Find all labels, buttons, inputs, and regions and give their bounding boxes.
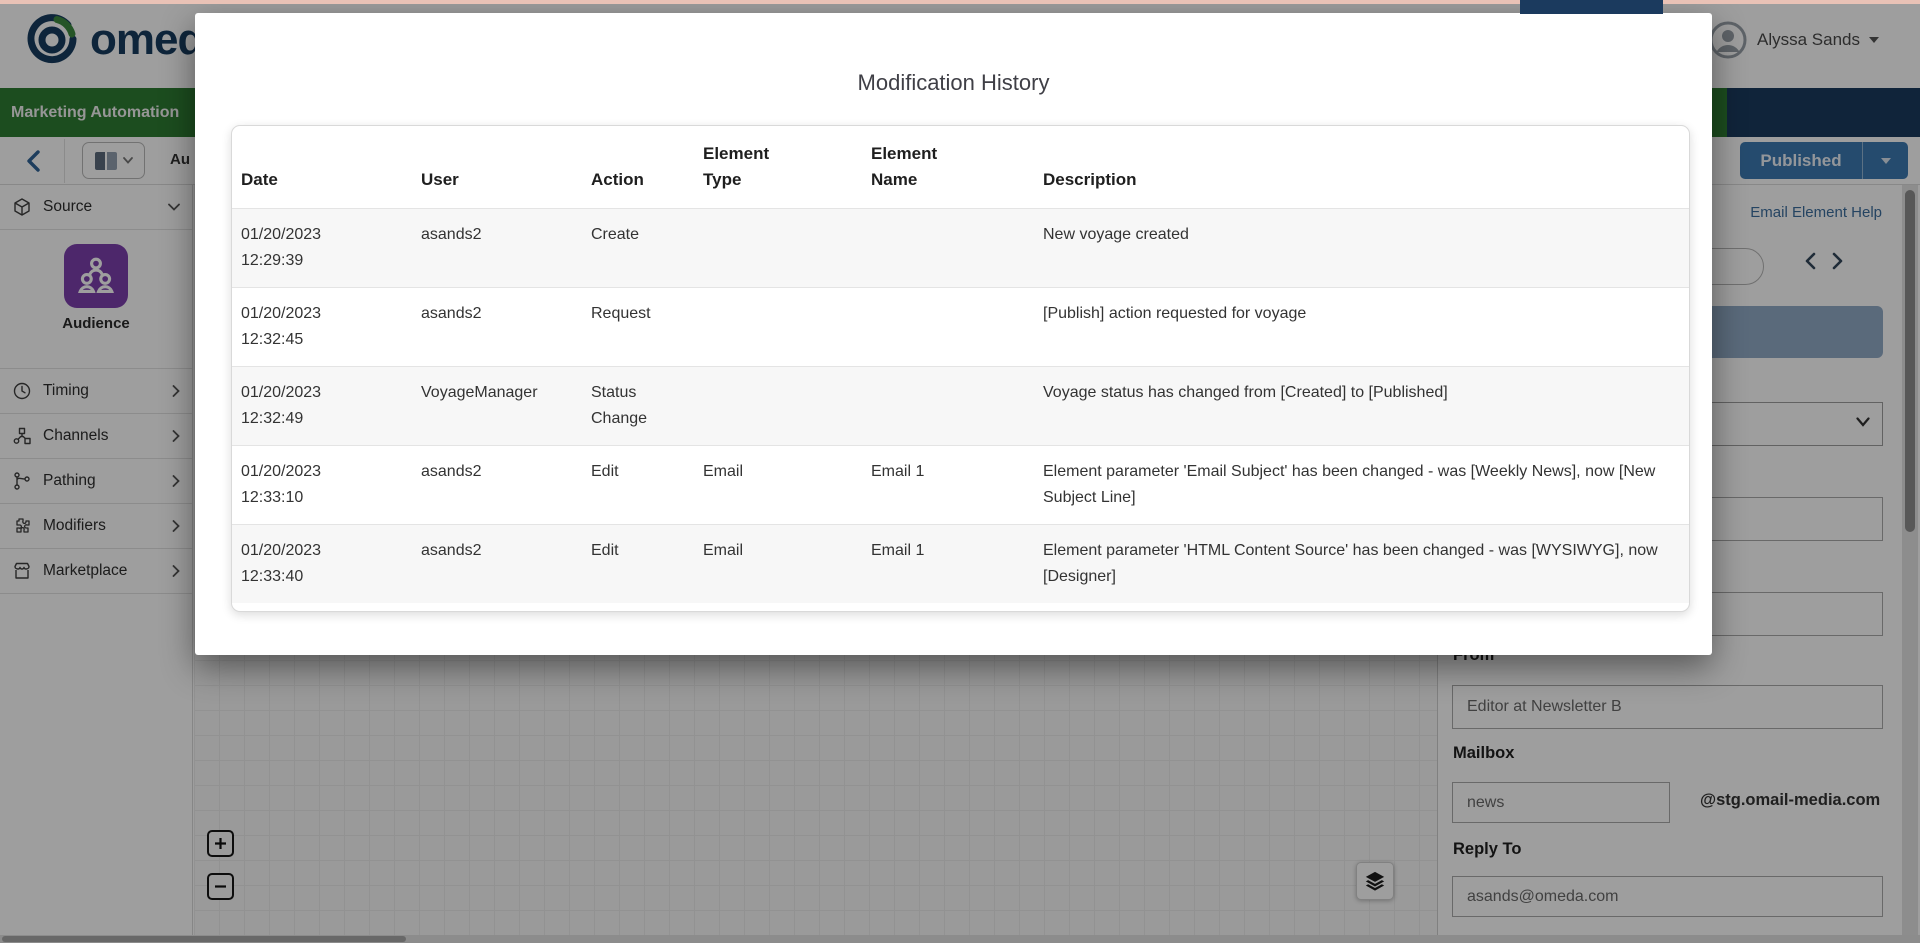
cell-element-type [694, 288, 862, 366]
cell-description: New voyage created [1034, 209, 1689, 287]
cell-element-type: Email [694, 525, 862, 603]
cell-element-name [862, 209, 1034, 287]
cell-date: 01/20/202312:29:39 [232, 209, 412, 287]
cell-user: asands2 [412, 209, 582, 287]
cell-user: asands2 [412, 288, 582, 366]
column-header-action: Action [582, 154, 694, 208]
modal-title: Modification History [195, 70, 1712, 96]
table-row: 01/20/202312:33:40 asands2 Edit Email Em… [232, 524, 1689, 603]
modification-history-modal: Modification History Date User Action El… [195, 13, 1712, 655]
table-header-row: Date User Action Element Type Element Na… [232, 126, 1689, 208]
cell-action: Edit [582, 446, 694, 524]
cell-user: asands2 [412, 446, 582, 524]
column-header-element-type: Element Type [694, 128, 862, 208]
cell-date: 01/20/202312:33:40 [232, 525, 412, 603]
table-row: 01/20/202312:33:10 asands2 Edit Email Em… [232, 445, 1689, 524]
column-header-date: Date [232, 154, 412, 208]
cell-element-name [862, 367, 1034, 445]
cell-description: [Publish] action requested for voyage [1034, 288, 1689, 366]
cell-user: VoyageManager [412, 367, 582, 445]
cell-description: Voyage status has changed from [Created]… [1034, 367, 1689, 445]
cell-description: Element parameter 'HTML Content Source' … [1034, 525, 1689, 603]
cell-element-name: Email 1 [862, 446, 1034, 524]
modification-history-table: Date User Action Element Type Element Na… [231, 125, 1690, 612]
cell-element-name: Email 1 [862, 525, 1034, 603]
table-row: 01/20/202312:29:39 asands2 Create New vo… [232, 208, 1689, 287]
cell-action: Edit [582, 525, 694, 603]
column-header-element-name: Element Name [862, 128, 1034, 208]
cell-element-type [694, 209, 862, 287]
cell-action: Create [582, 209, 694, 287]
cell-action: Request [582, 288, 694, 366]
cell-user: asands2 [412, 525, 582, 603]
cell-date: 01/20/202312:33:10 [232, 446, 412, 524]
top-navy-block [1520, 0, 1663, 14]
cell-action: Status Change [582, 367, 694, 445]
cell-element-type [694, 367, 862, 445]
cell-element-name [862, 288, 1034, 366]
column-header-description: Description [1034, 154, 1689, 208]
cell-element-type: Email [694, 446, 862, 524]
table-row: 01/20/202312:32:45 asands2 Request [Publ… [232, 287, 1689, 366]
table-row: 01/20/202312:32:49 VoyageManager Status … [232, 366, 1689, 445]
cell-date: 01/20/202312:32:45 [232, 288, 412, 366]
cell-description: Element parameter 'Email Subject' has be… [1034, 446, 1689, 524]
column-header-user: User [412, 154, 582, 208]
cell-date: 01/20/202312:32:49 [232, 367, 412, 445]
